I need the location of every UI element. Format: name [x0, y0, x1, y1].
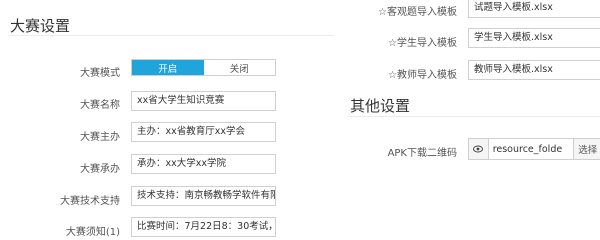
- other-settings-title: 其他设置: [350, 97, 411, 115]
- student-template-input[interactable]: 学生导入模板.xlsx: [468, 28, 600, 48]
- eye-icon[interactable]: [469, 139, 489, 159]
- mode-on-option[interactable]: 开启: [132, 60, 204, 75]
- notice-label: 大赛须知(1): [65, 227, 120, 238]
- objective-template-input[interactable]: 试题导入模板.xlsx: [468, 0, 600, 18]
- mode-label: 大赛模式: [80, 68, 120, 79]
- tech-support-label: 大赛技术支持: [60, 196, 120, 207]
- objective-template-label: ☆客观题导入模板: [378, 7, 457, 18]
- teacher-template-label: ☆教师导入模板: [388, 70, 457, 81]
- organizer-input[interactable]: 承办：xx大学xx学院: [131, 154, 276, 174]
- apk-select-button[interactable]: 选择: [573, 139, 600, 159]
- competition-settings-title: 大赛设置: [10, 17, 71, 35]
- notice-input[interactable]: 比赛时间：7月22日8：30考试，每: [131, 217, 276, 237]
- teacher-template-input[interactable]: 教师导入模板.xlsx: [468, 60, 600, 80]
- organizer-label: 大赛承办: [80, 164, 120, 175]
- competition-settings-divider: [8, 35, 334, 36]
- student-template-label: ☆学生导入模板: [388, 38, 457, 49]
- mode-toggle[interactable]: 开启 关闭: [131, 59, 276, 76]
- host-input[interactable]: 主办：xx省教育厅xx学会: [131, 122, 276, 142]
- mode-off-option[interactable]: 关闭: [203, 60, 275, 75]
- apk-qr-label: APK下载二维码: [387, 148, 457, 159]
- host-label: 大赛主办: [80, 132, 120, 143]
- name-input[interactable]: xx省大学生知识竞赛: [131, 91, 276, 111]
- apk-file-group[interactable]: resource_folde 选择: [468, 138, 600, 160]
- other-settings-divider: [348, 116, 600, 117]
- tech-support-input[interactable]: 技术支持：南京畅教畅学软件有限公: [131, 186, 276, 206]
- apk-file-name: resource_folde: [492, 143, 563, 155]
- name-label: 大赛名称: [80, 100, 120, 111]
